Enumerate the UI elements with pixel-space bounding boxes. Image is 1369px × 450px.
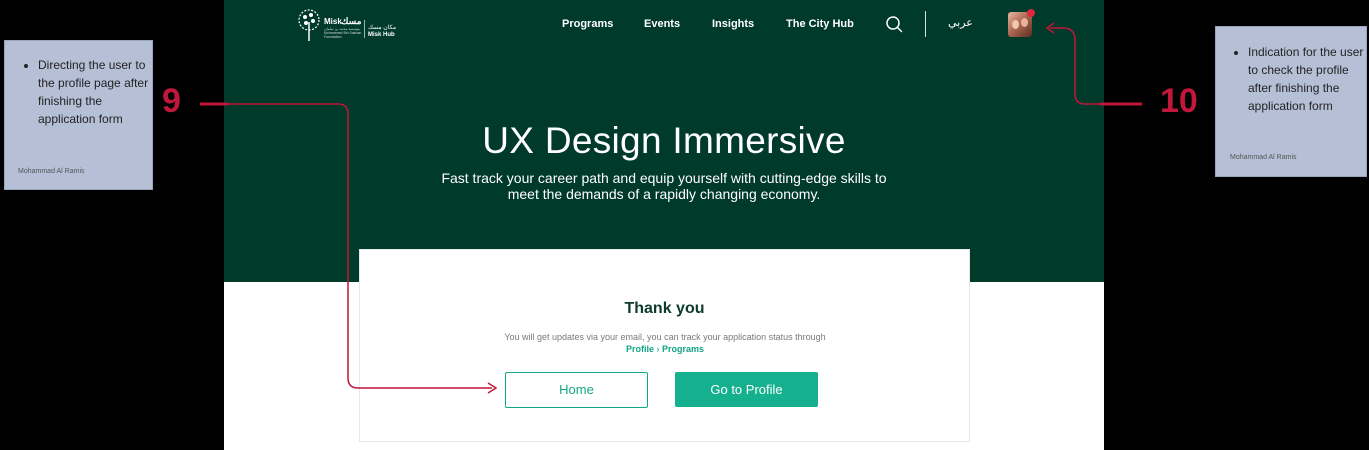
annotation-10-text: Indication for the user to check the pro… xyxy=(1248,43,1368,115)
annotation-9-number: 9 xyxy=(162,82,181,120)
annotation-10-list: Indication for the user to check the pro… xyxy=(1228,43,1368,115)
annotation-note-10: Indication for the user to check the pro… xyxy=(1215,26,1367,177)
annotation-9-text: Directing the user to the profile page a… xyxy=(38,56,158,128)
annotation-connectors xyxy=(200,22,1142,394)
annotation-9-list: Directing the user to the profile page a… xyxy=(18,56,158,128)
annotation-10-number: 10 xyxy=(1160,82,1198,120)
annotation-9-connector xyxy=(200,103,492,389)
annotation-9-author: Mohammad Al Ramis xyxy=(18,168,85,175)
annotation-note-9: Directing the user to the profile page a… xyxy=(4,40,153,190)
annotation-10-connector xyxy=(1050,27,1142,105)
annotation-10-author: Mohammad Al Ramis xyxy=(1230,154,1297,161)
